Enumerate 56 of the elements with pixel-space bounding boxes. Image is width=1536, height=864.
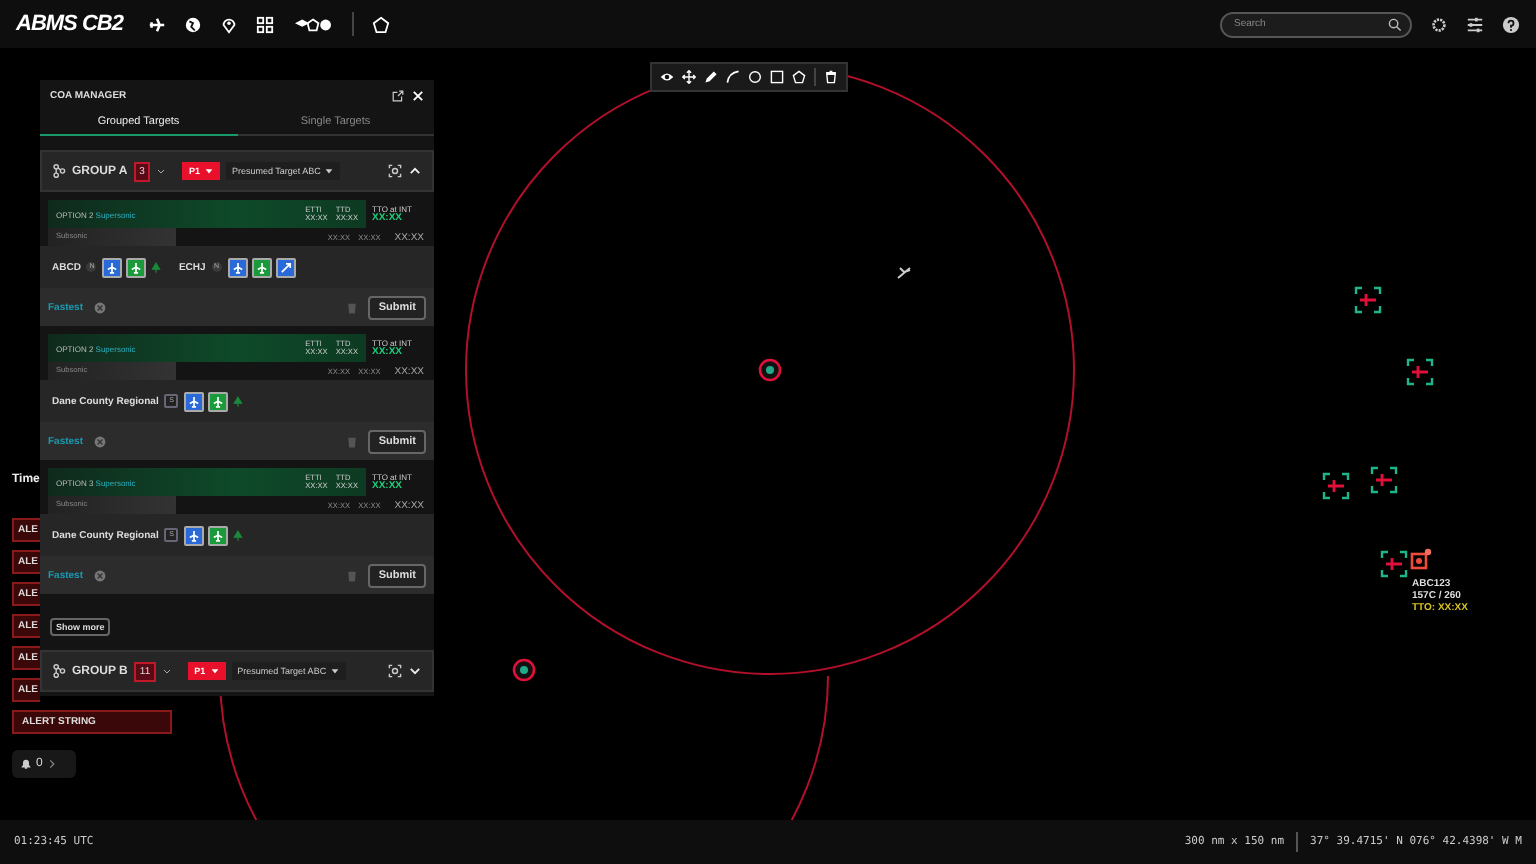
move-icon[interactable] [682,70,696,84]
eye-icon[interactable] [660,70,674,84]
close-icon[interactable] [412,89,424,101]
tree-icon [232,529,245,541]
group-icon [52,164,66,178]
target-icon[interactable] [1322,472,1350,500]
logo: ABMS CB2 [16,12,123,36]
aircraft-icon[interactable] [897,267,911,279]
target-icon[interactable] [1406,358,1434,386]
caret-icon [203,166,214,177]
caret-icon [209,666,220,677]
target-icon[interactable] [1354,286,1382,314]
aircraft-icon[interactable] [184,525,205,545]
focus-icon[interactable] [388,164,402,178]
aircraft-icon[interactable] [126,257,147,277]
remove-icon[interactable] [93,301,106,313]
group-icon [52,664,66,678]
map-marker-icon[interactable] [512,658,536,682]
map-marker-icon[interactable] [758,358,782,382]
grid-icon[interactable] [256,15,275,33]
focus-icon[interactable] [388,664,402,678]
pencil-icon[interactable] [704,70,718,84]
collapse-icon[interactable] [408,164,422,178]
plane-icon[interactable] [148,15,167,33]
sliders-icon[interactable] [1466,15,1484,33]
caret-icon [324,166,335,177]
pentagon-icon[interactable] [792,70,806,84]
aircraft-icon[interactable] [251,257,272,277]
aircraft-icon[interactable] [208,391,229,411]
chevron-icon [46,758,59,770]
globe-icon[interactable] [184,15,203,33]
settings-icon[interactable] [1430,15,1448,33]
aircraft-icon[interactable] [102,257,123,277]
remove-icon[interactable] [93,569,106,581]
shapes-icon[interactable] [292,15,335,33]
search-icon[interactable] [1388,17,1402,31]
tree-icon [232,395,245,407]
caret-icon [330,666,341,677]
map-pin-icon[interactable] [220,15,239,33]
aircraft-icon[interactable] [184,391,205,411]
selected-target-icon[interactable] [1410,548,1432,570]
tree-icon [150,261,163,273]
expand-icon[interactable] [408,664,422,678]
missile-icon[interactable] [275,257,296,277]
pentagon-icon[interactable] [372,15,391,33]
circle-icon[interactable] [748,70,762,84]
remove-icon[interactable] [93,435,106,447]
target-icon[interactable] [1380,550,1408,578]
help-icon[interactable] [1502,15,1520,33]
square-icon[interactable] [770,70,784,84]
popout-icon[interactable] [392,89,404,101]
aircraft-icon[interactable] [208,525,229,545]
bell-icon [20,758,32,770]
aircraft-icon[interactable] [227,257,248,277]
curve-icon[interactable] [726,70,740,84]
target-icon[interactable] [1370,466,1398,494]
